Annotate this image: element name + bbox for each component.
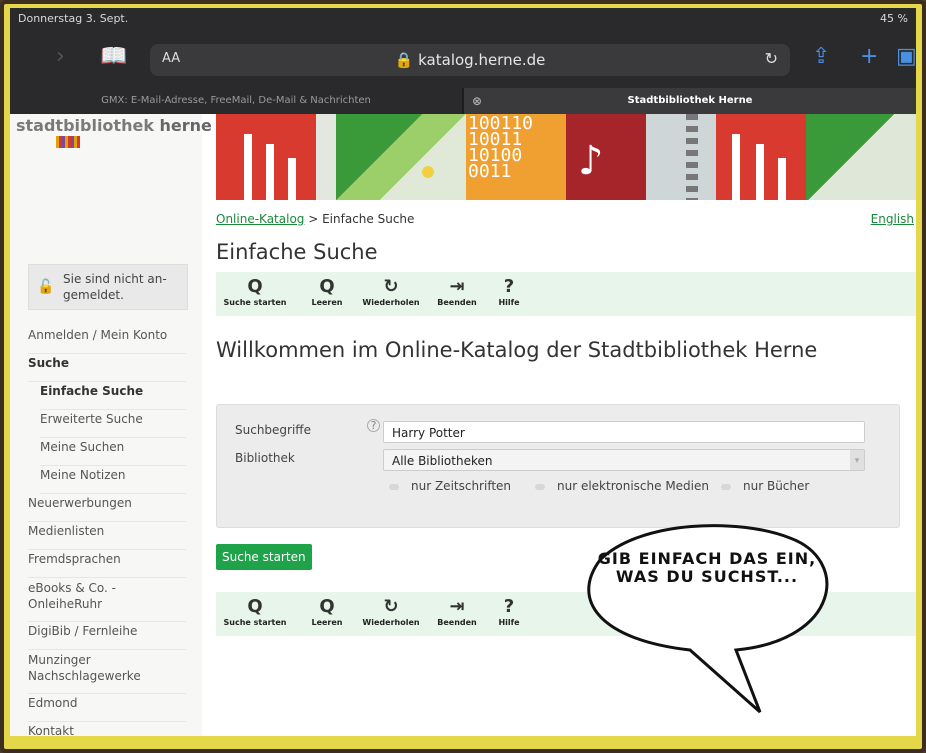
filter-label: nur elektronische Medien: [557, 479, 709, 493]
sidebar-item-digibib[interactable]: DigiBib / Fernleihe: [28, 624, 186, 650]
logo-text: stadtbibliothek: [16, 116, 154, 135]
share-icon[interactable]: ⇪: [812, 44, 830, 69]
tabs-overview-icon[interactable]: ▣: [896, 44, 916, 69]
reload-icon[interactable]: ↻: [765, 49, 778, 68]
sidebar-item-einfache-suche[interactable]: Einfache Suche: [40, 384, 186, 410]
action-label: Leeren: [311, 618, 343, 627]
logo-bars-icon: [56, 136, 80, 148]
lock-icon: 🔒: [394, 51, 414, 69]
sidebar-item-fremdsprachen[interactable]: Fremdsprachen: [28, 552, 186, 578]
sidebar-item-suche[interactable]: Suche: [28, 356, 186, 382]
action-label: Leeren: [311, 298, 343, 307]
filter-label: nur Zeitschriften: [411, 479, 512, 493]
safari-toolbar: › 📖 AA 🔒 katalog.herne.de ↻ ⇪ + ▣: [10, 30, 916, 88]
filter-journals[interactable]: nur Zeitschriften: [389, 479, 511, 493]
action-label: Suche starten: [223, 298, 287, 307]
filter-books[interactable]: nur Bücher: [721, 479, 809, 493]
refresh-icon: ↻: [383, 276, 399, 297]
ipad-screen: Donnerstag 3. Sept. 45 % › 📖 AA 🔒 katalo…: [10, 8, 916, 736]
search-icon: Q: [247, 596, 263, 617]
logo-text-herne: herne: [159, 116, 212, 135]
tab-bar: GMX: E-Mail-Adresse, FreeMail, De-Mail &…: [10, 88, 916, 114]
login-status: 🔓 Sie sind nicht an-gemeldet.: [28, 264, 188, 310]
breadcrumb-separator: >: [304, 212, 323, 226]
tab-label: GMX: E-Mail-Adresse, FreeMail, De-Mail &…: [101, 95, 371, 106]
sidebar-item-edmond[interactable]: Edmond: [28, 696, 186, 722]
url-text: 🔒 katalog.herne.de: [150, 51, 790, 69]
clear-action[interactable]: Q Leeren: [292, 276, 362, 307]
zoom-out-icon: Q: [319, 596, 335, 617]
breadcrumb-link-online-katalog[interactable]: Online-Katalog: [216, 212, 304, 226]
library-logo[interactable]: stadtbibliothek herne: [16, 116, 212, 135]
library-select[interactable]: Alle Bibliotheken ▾: [383, 449, 865, 471]
filter-electronic-media[interactable]: nur elektronische Medien: [535, 479, 709, 493]
refresh-icon: ↻: [383, 596, 399, 617]
radio-dot: [535, 483, 545, 490]
search-input[interactable]: Harry Potter: [383, 421, 865, 443]
status-date: Donnerstag 3. Sept.: [18, 12, 129, 25]
tab-gmx[interactable]: GMX: E-Mail-Adresse, FreeMail, De-Mail &…: [10, 88, 462, 114]
status-bar: Donnerstag 3. Sept. 45 %: [10, 8, 916, 30]
search-start-button[interactable]: Suche starten: [216, 544, 312, 570]
login-status-text: Sie sind nicht an-gemeldet.: [63, 272, 167, 302]
help-icon: ?: [503, 596, 515, 617]
forward-icon[interactable]: ›: [56, 44, 65, 69]
radio-dot: [389, 483, 399, 490]
page-title: Einfache Suche: [216, 240, 378, 264]
action-label: Hilfe: [498, 618, 520, 627]
search-terms-label: Suchbegriffe: [235, 423, 311, 437]
sidebar-item-munzinger[interactable]: Munzinger Nachschlagewerke: [28, 652, 186, 694]
tab-stadtbibliothek[interactable]: ⊗ Stadtbibliothek Herne: [464, 88, 916, 114]
url-value: katalog.herne.de: [418, 51, 546, 69]
sidebar-item-medienlisten[interactable]: Medienlisten: [28, 524, 186, 550]
lock-icon: 🔓: [37, 279, 55, 295]
repeat-action[interactable]: ↻ Wiederholen: [356, 276, 426, 307]
search-start-action[interactable]: Q Suche starten: [220, 596, 290, 627]
search-form: Suchbegriffe ? Harry Potter Bibliothek A…: [216, 404, 900, 528]
action-label: Wiederholen: [362, 298, 420, 307]
sidebar-item-meine-suchen[interactable]: Meine Suchen: [40, 440, 186, 466]
web-page: stadtbibliothek herne 100110 10011 10100…: [10, 114, 916, 736]
sidebar-item-neuerwerbungen[interactable]: Neuerwerbungen: [28, 496, 186, 522]
sidebar-item-kontakt[interactable]: Kontakt: [28, 724, 186, 736]
bookmarks-icon[interactable]: 📖: [100, 44, 127, 69]
close-tab-icon[interactable]: ⊗: [472, 88, 482, 114]
new-tab-icon[interactable]: +: [860, 44, 878, 69]
radio-dot: [721, 483, 731, 490]
repeat-action[interactable]: ↻ Wiederholen: [356, 596, 426, 627]
search-icon: Q: [247, 276, 263, 297]
action-label: Wiederholen: [362, 618, 420, 627]
action-label: Hilfe: [498, 298, 520, 307]
action-label: Suche starten: [223, 618, 287, 627]
header-banner: 100110 10011 10100 0011 ♪: [216, 114, 916, 200]
battery-level: 45 %: [880, 12, 908, 25]
breadcrumb: Online-Katalog > Einfache Suche: [216, 212, 414, 226]
library-select-value: Alle Bibliotheken: [392, 454, 493, 468]
help-icon: ?: [503, 276, 515, 297]
action-toolbar-top: Q Suche starten Q Leeren ↻ Wiederholen ⇥ Bee…: [216, 272, 916, 316]
search-start-action[interactable]: Q Suche starten: [220, 276, 290, 307]
sidebar-item-erweiterte-suche[interactable]: Erweiterte Suche: [40, 412, 186, 438]
language-link-english[interactable]: English: [871, 212, 914, 226]
help-icon[interactable]: ?: [367, 419, 380, 432]
help-action[interactable]: ? Hilfe: [474, 596, 544, 627]
sidebar-item-ebooks[interactable]: eBooks & Co. - OnleiheRuhr: [28, 580, 186, 622]
banner-digits: 100110 10011 10100 0011: [466, 114, 566, 200]
welcome-heading: Willkommen im Online-Katalog der Stadtbi…: [216, 338, 818, 362]
help-action[interactable]: ? Hilfe: [474, 276, 544, 307]
filter-label: nur Bücher: [743, 479, 810, 493]
sidebar-item-meine-notizen[interactable]: Meine Notizen: [40, 468, 186, 494]
zoom-out-icon: Q: [319, 276, 335, 297]
action-toolbar-bottom: Q Suche starten Q Leeren ↻ Wiederholen ⇥ Bee…: [216, 592, 916, 636]
library-label: Bibliothek: [235, 451, 295, 465]
speech-bubble-text: GIB EINFACH DAS EIN, WAS DU SUCHST...: [597, 549, 817, 586]
tab-label: Stadtbibliothek Herne: [627, 95, 753, 106]
breadcrumb-current: Einfache Suche: [322, 212, 415, 226]
chevron-down-icon: ▾: [850, 450, 864, 470]
clear-action[interactable]: Q Leeren: [292, 596, 362, 627]
sidebar-item-anmelden[interactable]: Anmelden / Mein Konto: [28, 328, 186, 354]
address-bar[interactable]: AA 🔒 katalog.herne.de ↻: [150, 44, 790, 76]
